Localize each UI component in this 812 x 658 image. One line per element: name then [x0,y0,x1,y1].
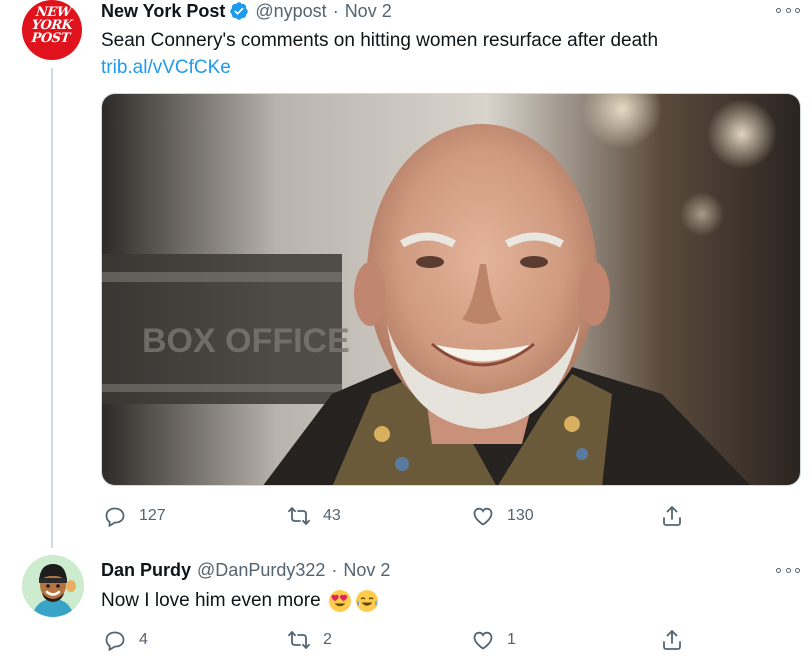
tears-of-joy-emoji [355,590,378,612]
reply-count: 4 [139,631,148,648]
retweet-button[interactable]: 2 [287,627,332,653]
author-handle[interactable]: @DanPurdy322 [197,560,325,581]
like-count: 1 [507,631,516,648]
retweet-count: 2 [323,631,332,648]
share-icon [663,630,681,650]
tweet-header: New York Post @nypost · Nov 2 [101,0,392,22]
tweet-text: Sean Connery's comments on hitting women… [101,30,659,51]
tweet-date[interactable]: Nov 2 [345,1,392,22]
background-sign-text: BOX OFFICE [142,322,350,360]
logo-line: POST [30,31,71,46]
reply-icon [105,631,125,652]
more-icon[interactable] [776,564,800,576]
retweet-icon [288,507,310,525]
like-icon [473,507,493,526]
like-button[interactable]: 130 [471,503,534,529]
more-icon[interactable] [776,4,800,16]
share-icon [663,506,681,526]
like-icon [473,631,493,650]
tweet-media-image[interactable]: BOX OFFICE [101,93,801,486]
reply-button[interactable]: 127 [103,503,166,529]
reply-text: Now I love him even more [101,590,321,611]
share-button[interactable] [660,503,684,529]
tweet-date[interactable]: Nov 2 [343,560,390,581]
tweet-link[interactable]: trib.al/vVCfCKe [101,57,231,79]
reply-text-row: Now I love him even more [101,589,379,613]
reply-header: Dan Purdy @DanPurdy322 · Nov 2 [101,559,390,581]
photo-illustration: BOX OFFICE [102,94,800,485]
separator-dot: · [331,559,338,580]
memoji-avatar [22,555,84,617]
like-count: 130 [507,507,534,524]
author-name[interactable]: Dan Purdy [101,560,191,581]
heart-eyes-emoji [328,590,351,612]
nyp-logo: NEW YORK POST [22,5,82,46]
thread-connector-line [51,68,53,548]
verified-badge-icon [230,2,249,20]
retweet-button[interactable]: 43 [287,503,341,529]
reply-icon [105,507,125,528]
separator-dot: · [332,0,339,21]
retweet-icon [288,631,310,649]
reply-button[interactable]: 4 [103,627,148,653]
author-handle[interactable]: @nypost [255,1,326,22]
avatar[interactable] [22,555,84,617]
author-name[interactable]: New York Post [101,1,225,22]
like-button[interactable]: 1 [471,627,516,653]
retweet-count: 43 [323,507,341,524]
avatar[interactable]: NEW YORK POST [22,0,82,60]
reply-count: 127 [139,507,166,524]
share-button[interactable] [660,627,684,653]
